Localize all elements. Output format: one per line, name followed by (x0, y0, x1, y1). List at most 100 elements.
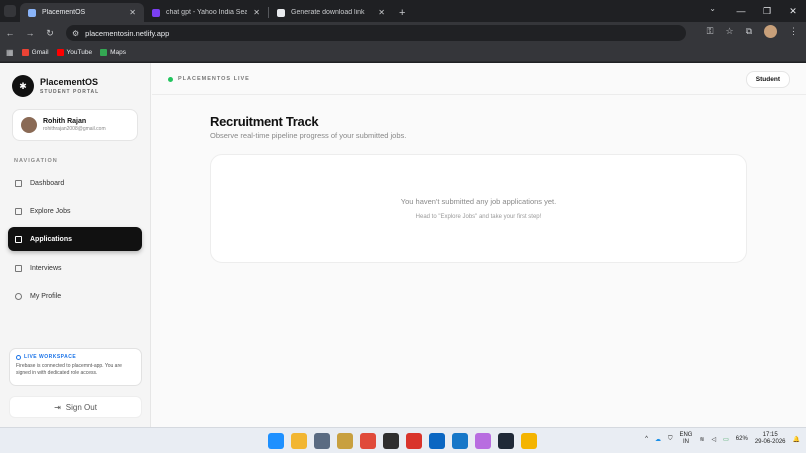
calculator-icon[interactable] (314, 433, 330, 449)
tab-title: chat gpt - Yahoo India Search R (166, 9, 248, 16)
role-badge[interactable]: Student (745, 71, 790, 88)
restore-icon[interactable]: ❐ (754, 6, 780, 17)
notification-bell-icon[interactable]: 🔔 (793, 436, 800, 443)
tab-generate-link[interactable]: Generate download link ✕ (269, 3, 393, 22)
brand-subtitle: STUDENT PORTAL (40, 89, 100, 95)
gmail-icon (21, 49, 29, 56)
vscode-icon[interactable] (452, 433, 468, 449)
file-explorer-icon[interactable] (291, 433, 307, 449)
bookmark-label: Maps (110, 49, 126, 56)
security-icon[interactable]: ⛉ (668, 436, 673, 443)
sidebar-item-dashboard[interactable]: Dashboard (8, 171, 142, 195)
calendar-icon (15, 264, 22, 272)
onedrive-icon[interactable]: ☁ (655, 436, 661, 443)
nav-section-label: NAVIGATION (14, 158, 58, 164)
sidebar-item-label: Interviews (30, 264, 62, 272)
workspace-description: Firebase is connected to placemnt-app. Y… (16, 363, 122, 376)
window-controls: — ❐ ✕ (728, 0, 806, 22)
workspace-title: LIVE WORKSPACE (24, 354, 77, 360)
profile-avatar[interactable] (764, 25, 777, 38)
sidebar-item-label: Explore Jobs (30, 207, 71, 215)
empty-state-card: You haven't submitted any job applicatio… (210, 154, 747, 263)
page-title: Recruitment Track (210, 114, 319, 129)
info-icon (16, 354, 21, 360)
windows-start-icon[interactable] (268, 433, 284, 449)
extensions-icon[interactable]: ⧉ (746, 26, 752, 37)
clock[interactable]: 17:15 29-06-2026 (755, 432, 786, 446)
sidebar-item-label: Dashboard (30, 179, 65, 187)
forward-icon[interactable]: → (20, 28, 40, 38)
bookmark-star-icon[interactable]: ☆ (725, 26, 733, 37)
live-status-text: PLACEMENTOS LIVE (178, 76, 250, 82)
minimize-icon[interactable]: — (728, 6, 754, 16)
more-menu-icon[interactable]: ⋮ (789, 26, 798, 37)
battery-icon[interactable]: ▭ (723, 436, 729, 443)
sidebar: ✱ PlacementOS STUDENT PORTAL Rohith Raja… (0, 63, 151, 427)
brand-name: PlacementOS (40, 77, 99, 87)
page-subtitle: Observe real-time pipeline progress of y… (210, 131, 407, 140)
bookmark-label: YouTube (66, 49, 93, 56)
reload-icon[interactable]: ↻ (40, 28, 60, 39)
tab-title: PlacementOS (42, 9, 86, 16)
close-tab-icon[interactable]: ✕ (378, 8, 385, 17)
close-tab-icon[interactable]: ✕ (253, 8, 260, 17)
sign-out-icon: ⇥ (54, 402, 61, 412)
linkedin-icon[interactable] (429, 433, 445, 449)
clock-time: 17:15 (762, 432, 778, 438)
youtube-icon (56, 49, 64, 56)
wps-icon[interactable] (406, 433, 422, 449)
sidebar-item-label: My Profile (30, 292, 62, 300)
taskbar: ^ ☁ ⛉ ENG IN ≋ ◁ ▭ 62% 17:15 29-06-2026 🔔 (0, 427, 806, 453)
close-window-icon[interactable]: ✕ (780, 6, 806, 17)
triangle-app-icon[interactable] (498, 433, 514, 449)
language-indicator[interactable]: ENG IN (679, 432, 692, 446)
sidebar-item-explore-jobs[interactable]: Explore Jobs (8, 199, 142, 223)
avatar (21, 117, 37, 133)
user-card[interactable]: Rohith Rajan rohithrajan2008@gmail.com (12, 109, 138, 141)
maps-icon (100, 49, 108, 56)
language-code: ENG (679, 432, 693, 438)
top-bar: PLACEMENTOS LIVE Student (152, 63, 806, 95)
sign-out-button[interactable]: ⇥ Sign Out (9, 396, 142, 418)
sidebar-item-my-profile[interactable]: My Profile (8, 284, 142, 308)
brand: ✱ PlacementOS STUDENT PORTAL (12, 75, 99, 97)
empty-state-hint: Head to "Explore Jobs" and take your fir… (415, 214, 542, 220)
chevron-down-icon[interactable]: ⌄ (709, 4, 716, 13)
region-code: IN (682, 439, 689, 446)
sticky-app-icon[interactable] (383, 433, 399, 449)
user-name: Rohith Rajan (43, 118, 87, 125)
chrome-active-icon[interactable] (521, 433, 537, 449)
tab-placementos[interactable]: PlacementOS ✕ (20, 3, 144, 22)
word-app-icon[interactable] (337, 433, 353, 449)
bookmark-youtube[interactable]: YouTube (56, 49, 93, 56)
chrome-icon[interactable] (360, 433, 376, 449)
live-workspace-card: LIVE WORKSPACE Firebase is connected to … (9, 348, 142, 386)
chevron-up-icon[interactable]: ^ (645, 436, 648, 442)
browser-toolbar: ← → ↻ ⚙ placementosin.netlify.app ⚿ ☆ ⧉ … (0, 22, 806, 44)
clock-date: 29-06-2026 (754, 439, 786, 446)
bookmark-maps[interactable]: Maps (100, 49, 126, 56)
document-icon (15, 235, 22, 243)
address-bar[interactable]: ⚙ placementosin.netlify.app (66, 25, 686, 41)
empty-state-title: You haven't submitted any job applicatio… (400, 197, 557, 206)
live-status: PLACEMENTOS LIVE (168, 76, 250, 82)
apps-grid-icon[interactable]: ▦ (6, 48, 14, 57)
bookmark-gmail[interactable]: Gmail (21, 49, 49, 56)
close-tab-icon[interactable]: ✕ (129, 8, 136, 17)
yahoo-icon (152, 8, 160, 17)
copilot-icon[interactable] (475, 433, 491, 449)
globe-icon (277, 8, 285, 17)
sidebar-item-interviews[interactable]: Interviews (8, 256, 142, 280)
back-icon[interactable]: ← (0, 28, 20, 38)
tab-search-menu-icon[interactable] (4, 5, 16, 17)
password-key-icon[interactable]: ⚿ (707, 26, 714, 37)
sidebar-item-applications[interactable]: Applications (8, 227, 142, 251)
wifi-icon[interactable]: ≋ (699, 436, 704, 443)
bookmarks-bar: ▦ Gmail YouTube Maps (0, 44, 806, 62)
new-tab-icon[interactable]: + (393, 7, 411, 22)
web-page: ✱ PlacementOS STUDENT PORTAL Rohith Raja… (0, 63, 806, 427)
tab-yahoo-search[interactable]: chat gpt - Yahoo India Search R ✕ (144, 3, 268, 22)
url-text: placementosin.netlify.app (85, 28, 170, 38)
site-info-icon[interactable]: ⚙ (72, 29, 79, 38)
volume-icon[interactable]: ◁ (712, 436, 717, 443)
